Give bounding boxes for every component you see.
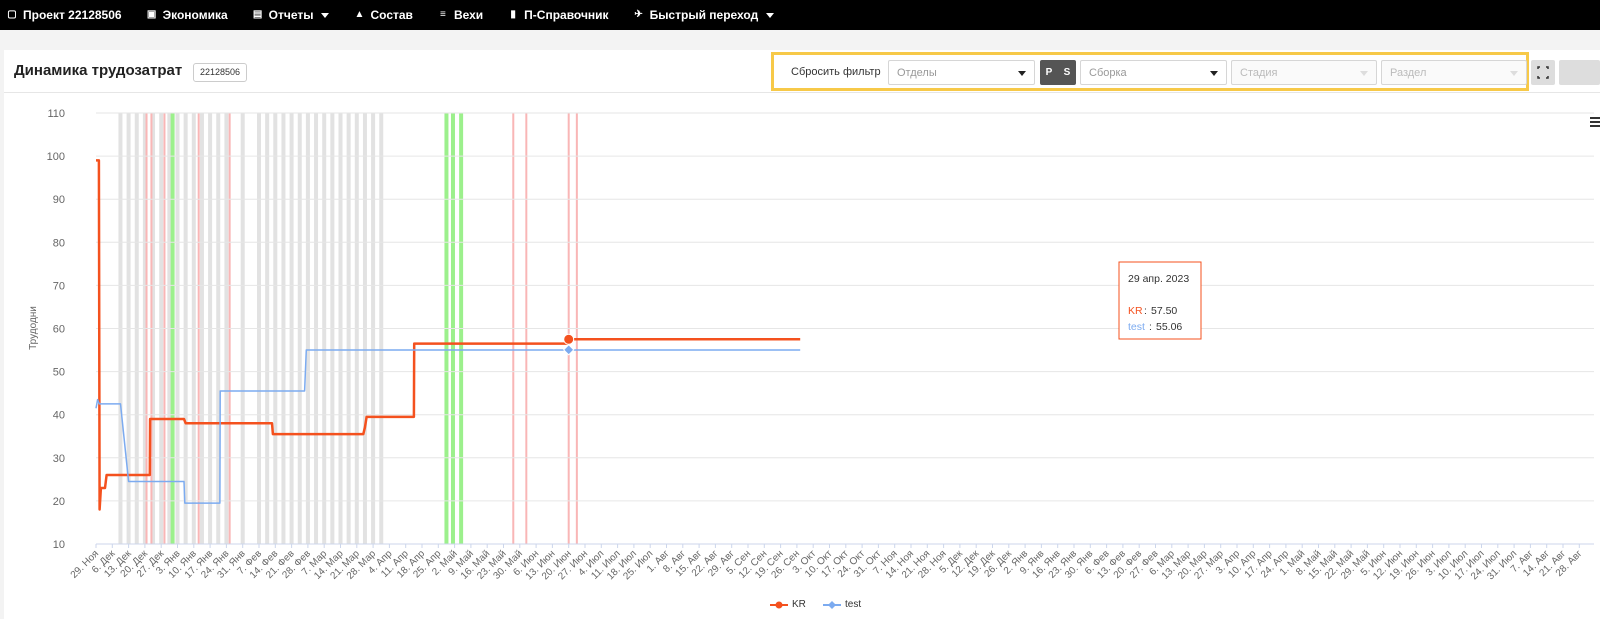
legend-kr-marker [770,601,788,608]
chart-grid [96,112,1594,545]
x-axis: 29. Ноя6. Дек13. Дек20. Дек27. Дек3. Янв… [69,543,1594,582]
tooltip-kr-value: 57.50 [1151,305,1177,317]
tooltip-kr-sep: : [1144,305,1147,317]
chart-menu-icon[interactable] [1590,117,1600,127]
y-tick-label: 40 [53,410,65,422]
y-tick-label: 20 [53,496,65,508]
tooltip-test-value: 55.06 [1156,321,1182,333]
tooltip-test-label: test [1128,321,1145,333]
y-tick-label: 30 [53,453,65,465]
legend-test[interactable]: test [823,599,861,610]
marker-test [562,344,575,356]
tooltip-date: 29 апр. 2023 [1128,273,1189,285]
legend-test-label: test [845,599,862,610]
legend-test-marker [823,600,841,609]
y-axis: 10 20 30 40 50 60 70 80 90 100 110 [47,108,65,551]
tooltip-kr-label: KR [1128,305,1143,317]
y-axis-title: Трудодни [28,306,39,350]
y-tick-label: 60 [53,324,65,336]
y-tick-label: 100 [47,151,65,163]
y-tick-label: 10 [53,539,65,551]
tooltip-test-sep: : [1149,321,1152,333]
y-tick-label: 80 [53,237,65,249]
y-tick-label: 70 [53,280,65,292]
y-tick-label: 50 [53,367,65,379]
legend-kr-label: KR [792,599,806,610]
legend-kr[interactable]: KR [770,599,806,610]
labor-chart: 10 20 30 40 50 60 70 80 90 100 110 29. Ноя6. Дек13… [28,108,1600,582]
tooltip: 29 апр. 2023 KR : 57.50 test : 55.06 [1118,261,1202,340]
y-tick-label: 90 [53,194,65,206]
marker-kr [563,333,575,345]
y-tick-label: 110 [47,108,65,120]
